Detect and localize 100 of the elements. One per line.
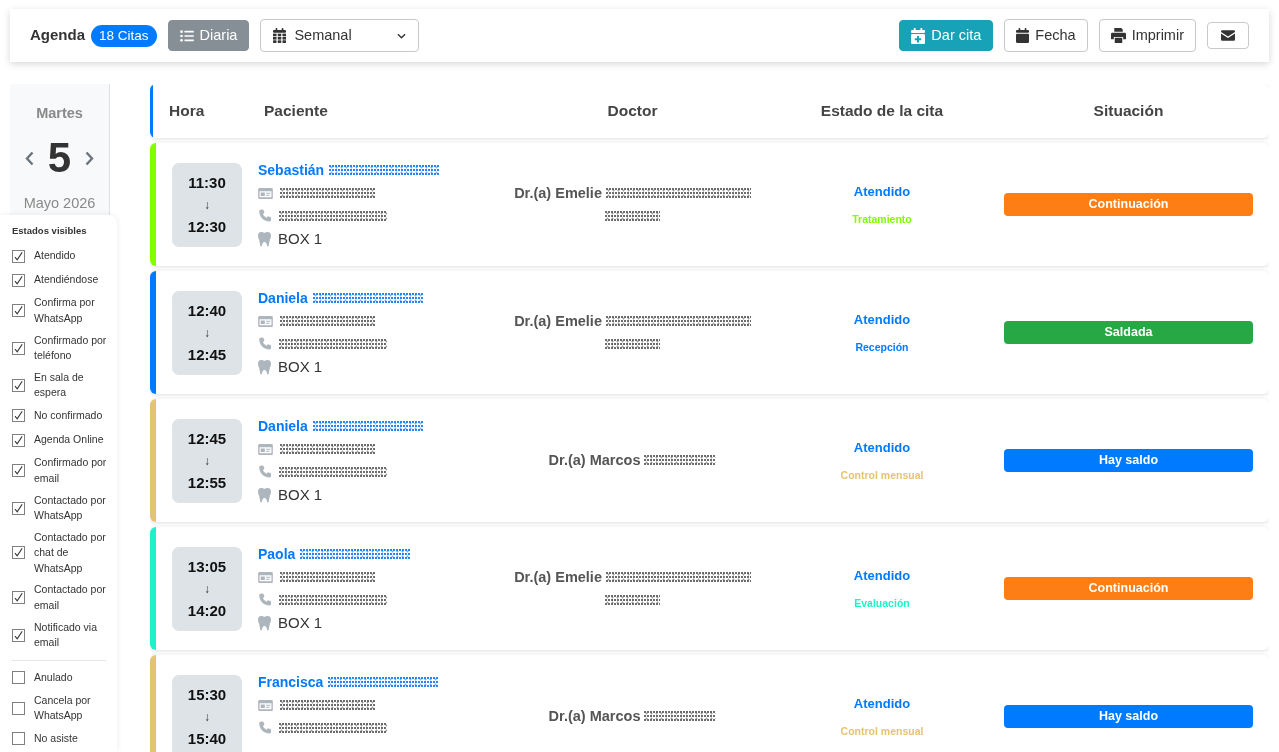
redacted-text xyxy=(605,338,660,350)
print-button[interactable]: Imprimir xyxy=(1098,19,1196,52)
situation-badge: Continuación xyxy=(1004,193,1253,216)
chevron-left-icon[interactable] xyxy=(24,150,34,166)
envelope-icon xyxy=(1221,30,1235,41)
column-header: Paciente xyxy=(264,102,328,120)
patient-name-link[interactable]: Paola xyxy=(258,543,296,565)
situation-badge: Hay saldo xyxy=(1004,705,1253,728)
filter-title: Estados visibles xyxy=(12,225,88,237)
checkbox[interactable] xyxy=(12,671,25,685)
chevron-right-icon[interactable] xyxy=(85,150,95,166)
patient-name-link[interactable]: Francisca xyxy=(258,671,324,693)
weekday-label: Martes xyxy=(35,104,84,122)
id-card-icon xyxy=(258,187,273,199)
end-time: 12:45 xyxy=(187,344,227,365)
status-label: No confirmado xyxy=(34,408,104,424)
checkbox[interactable] xyxy=(12,546,25,560)
appointment-type: Control mensual xyxy=(839,724,925,739)
page-title: Agenda xyxy=(30,25,85,46)
situation-badge: Saldada xyxy=(1004,321,1253,344)
chevron-down-icon xyxy=(397,32,407,39)
status-label: Confirmado por teléfono xyxy=(34,332,108,364)
checkbox[interactable] xyxy=(12,501,25,515)
appointment-status: Atendido xyxy=(852,311,912,329)
box-label: BOX 1 xyxy=(278,228,323,249)
redacted-text xyxy=(605,594,660,606)
time-arrow: ↓ xyxy=(204,708,210,726)
appointment-type: Control mensual xyxy=(839,468,925,483)
list-icon xyxy=(179,29,194,42)
doctor-name: Dr.(a) Marcos xyxy=(548,452,641,468)
appointment-status: Atendido xyxy=(852,567,912,585)
checkbox[interactable] xyxy=(12,341,25,355)
calendar-icon xyxy=(273,28,287,43)
id-card-icon xyxy=(258,571,273,583)
doctor-name: Dr.(a) Marcos xyxy=(548,708,641,724)
phone-icon xyxy=(258,721,272,735)
status-label: Contactado por WhatsApp xyxy=(34,492,107,523)
checkbox[interactable] xyxy=(12,732,25,746)
new-appointment-button[interactable]: Dar cita xyxy=(899,20,994,51)
printer-icon xyxy=(1110,28,1126,43)
start-time: 11:30 xyxy=(188,172,226,193)
daily-view-button[interactable]: Diaria xyxy=(167,20,250,51)
start-time: 13:05 xyxy=(187,556,227,577)
tooth-icon xyxy=(258,231,271,247)
day-number: 5 xyxy=(47,135,72,181)
checkbox[interactable] xyxy=(12,409,25,423)
checkbox[interactable] xyxy=(12,249,25,263)
column-header: Estado de la cita xyxy=(820,102,944,120)
column-header: Doctor xyxy=(607,102,658,120)
start-time: 15:30 xyxy=(187,684,227,705)
appointment-type: Recepción xyxy=(854,340,910,355)
checkbox[interactable] xyxy=(12,273,25,287)
status-label: Atendido xyxy=(34,248,77,264)
patient-name-link[interactable]: Sebastián xyxy=(258,159,325,181)
status-label: Atendiéndose xyxy=(34,272,100,288)
status-label: Contactado por email xyxy=(34,582,107,613)
doctor-name: Dr.(a) Emelie xyxy=(514,568,602,585)
end-time: 15:40 xyxy=(187,728,227,749)
start-time: 12:40 xyxy=(187,300,227,321)
doctor-name: Dr.(a) Emelie xyxy=(514,184,602,201)
status-label: Confirma por WhatsApp xyxy=(34,295,96,326)
id-card-icon xyxy=(258,699,273,711)
patient-name-link[interactable]: Daniela xyxy=(258,287,308,309)
situation-badge: Continuación xyxy=(1004,577,1253,600)
box-label: BOX 1 xyxy=(278,612,323,633)
doctor-name: Dr.(a) Emelie xyxy=(514,312,602,329)
patient-name-link[interactable]: Daniela xyxy=(258,415,308,437)
time-arrow: ↓ xyxy=(204,580,210,598)
date-button[interactable]: Fecha xyxy=(1004,19,1088,52)
checkbox[interactable] xyxy=(12,433,25,447)
start-time: 12:45 xyxy=(187,428,227,449)
redacted-text xyxy=(605,210,660,222)
calendar-icon xyxy=(1016,28,1030,43)
checkbox[interactable] xyxy=(12,378,25,392)
tooth-icon xyxy=(258,359,271,375)
month-year-label: Mayo 2026 xyxy=(22,194,97,212)
email-button[interactable] xyxy=(1207,22,1249,49)
appointment-status: Atendido xyxy=(852,183,912,201)
tooth-icon xyxy=(258,615,271,631)
time-arrow: ↓ xyxy=(204,324,210,342)
tooth-icon xyxy=(258,487,271,503)
calendar-plus-icon xyxy=(911,27,926,44)
end-time: 12:55 xyxy=(187,472,227,493)
box-label: BOX 1 xyxy=(278,356,323,377)
time-arrow: ↓ xyxy=(204,452,210,470)
checkbox[interactable] xyxy=(12,701,25,715)
appointment-count-badge: 18 Citas xyxy=(91,24,157,47)
status-label: Anulado xyxy=(34,669,74,685)
checkbox[interactable] xyxy=(12,628,25,642)
appointment-status: Atendido xyxy=(852,439,912,457)
view-select[interactable]: Semanal xyxy=(260,19,420,52)
checkbox[interactable] xyxy=(12,464,25,478)
column-header: Situación xyxy=(1093,102,1164,120)
end-time: 14:20 xyxy=(187,600,227,621)
phone-icon xyxy=(258,209,272,223)
checkbox[interactable] xyxy=(12,304,25,318)
checkbox[interactable] xyxy=(12,591,25,605)
status-label: Cancela por WhatsApp xyxy=(34,692,92,724)
box-label: BOX 1 xyxy=(278,484,323,505)
phone-icon xyxy=(258,593,272,607)
